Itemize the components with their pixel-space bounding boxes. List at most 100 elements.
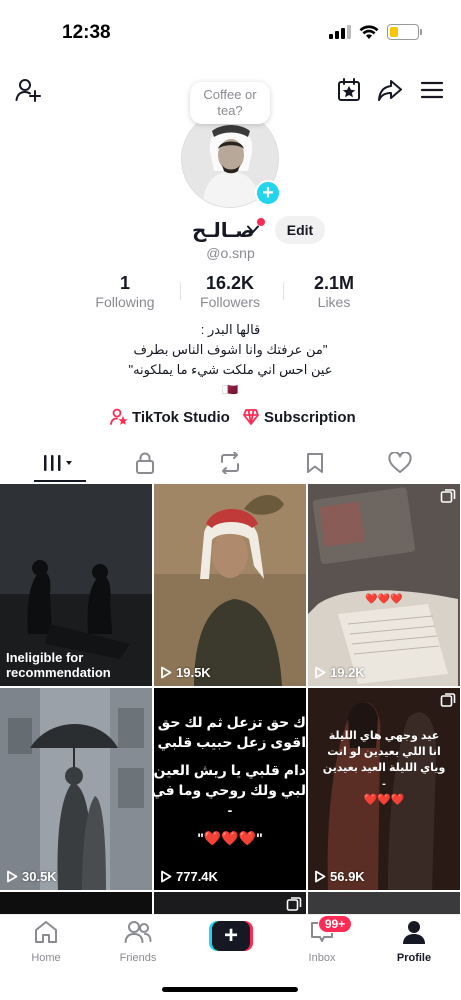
tab-favorites[interactable] xyxy=(285,444,345,482)
stat-followers[interactable]: 16.2K Followers xyxy=(180,272,280,310)
overlay-line: عيد وجهي هاي الليلة xyxy=(328,730,440,742)
stat-following[interactable]: 1 Following xyxy=(75,272,175,310)
view-count: 777.4K xyxy=(160,869,218,884)
multi-photo-icon xyxy=(286,897,302,911)
nav-profile[interactable]: Profile xyxy=(374,919,454,964)
video-overlay-text: ك حق تزعل ثم لك حق نرضيك اقوى زعل حبيب ق… xyxy=(154,712,306,848)
profile-stats: 1 Following 16.2K Followers 2.1M Likes xyxy=(0,272,461,312)
profile-avatar-container[interactable]: + xyxy=(181,110,281,208)
play-icon xyxy=(315,666,326,679)
multi-photo-icon xyxy=(440,489,456,503)
calendar-star-icon xyxy=(338,78,360,101)
edit-profile-button[interactable]: Edit xyxy=(275,216,325,244)
hamburger-menu-icon xyxy=(420,81,444,99)
bio-line: عين احس اني ملكت شيء ما يملكونه" xyxy=(128,362,333,377)
status-time: 12:38 xyxy=(62,22,111,43)
wifi-icon xyxy=(359,24,379,39)
view-count: 19.2K xyxy=(314,665,365,680)
share-profile-button[interactable] xyxy=(376,76,404,104)
nav-home-label: Home xyxy=(31,952,61,964)
overlay-line: وياي الليلة العيد بعيدين xyxy=(322,762,446,774)
nav-friends[interactable]: Friends xyxy=(98,919,178,964)
video-thumbnail[interactable] xyxy=(308,892,460,914)
video-thumbnail[interactable]: Ineligible for recommendation xyxy=(0,484,152,686)
add-avatar-plus-icon[interactable]: + xyxy=(255,180,281,206)
subscription-label: Subscription xyxy=(264,408,356,426)
content-tabs xyxy=(0,444,461,482)
nav-home[interactable]: Home xyxy=(6,919,86,964)
stat-likes[interactable]: 2.1M Likes xyxy=(284,272,384,310)
display-name: صـالـح xyxy=(192,220,255,242)
multi-photo-icon xyxy=(440,693,456,707)
creator-calendar-button[interactable] xyxy=(335,76,363,104)
battery-icon xyxy=(387,24,422,40)
home-icon xyxy=(35,921,57,943)
tab-private[interactable] xyxy=(115,444,175,482)
add-friend-button[interactable] xyxy=(14,76,42,104)
plus-icon: + xyxy=(212,921,250,951)
video-cover-image xyxy=(154,484,306,686)
video-thumbnail[interactable] xyxy=(0,892,152,914)
studio-person-icon xyxy=(110,408,128,425)
view-count: 19.5K xyxy=(160,665,211,680)
create-video-button[interactable]: + xyxy=(209,921,253,951)
overlay-line: دام قلبي يا ريش العين مغلبك xyxy=(154,762,306,778)
bio: قالها البدر : "من عرفتك وانا اشوف الناس … xyxy=(0,320,461,400)
overlay-line: ك حق تزعل ثم لك حق نرضيك xyxy=(154,714,306,730)
video-thumbnail[interactable] xyxy=(154,892,306,914)
video-thumbnail[interactable]: ك حق تزعل ثم لك حق نرضيك اقوى زعل حبيب ق… xyxy=(154,688,306,890)
subscription-icon xyxy=(243,409,259,425)
video-thumbnail[interactable]: عيد وجهي هاي الليلة انا اللي بعيدين لو ا… xyxy=(308,688,460,890)
bio-flag: 🇶🇦 xyxy=(222,382,239,397)
view-count-value: 19.2K xyxy=(330,665,365,680)
likes-label: Likes xyxy=(317,294,351,310)
view-count-value: 30.5K xyxy=(22,869,57,884)
nav-inbox-label: Inbox xyxy=(308,952,336,964)
menu-button[interactable] xyxy=(418,76,446,104)
friends-icon xyxy=(124,921,152,943)
view-count-value: 56.9K xyxy=(330,869,365,884)
bio-line: "من عرفتك وانا اشوف الناس بطرف xyxy=(133,342,328,357)
note-bubble[interactable]: Coffee or tea? xyxy=(190,82,270,124)
view-count-value: 777.4K xyxy=(176,869,218,884)
followers-count: 16.2K xyxy=(205,273,255,293)
overlay-line: "❤️❤️❤️" xyxy=(197,830,263,846)
video-grid: Ineligible for recommendation 19.5K ❤️❤️… xyxy=(0,484,461,914)
following-count: 1 xyxy=(119,273,130,293)
video-thumbnail[interactable]: 19.5K xyxy=(154,484,306,686)
view-count: 30.5K xyxy=(6,869,57,884)
note-text-line1: Coffee or xyxy=(203,87,257,102)
chevron-down-icon[interactable] xyxy=(247,225,259,234)
likes-count: 2.1M xyxy=(313,273,355,293)
overlay-line: ❤️❤️❤️ xyxy=(363,794,405,806)
ineligible-label-line1: Ineligible for xyxy=(6,650,84,665)
tab-videos[interactable] xyxy=(30,444,90,482)
following-label: Following xyxy=(95,294,155,310)
inbox-badge: 99+ xyxy=(318,915,352,933)
repost-icon xyxy=(221,452,239,474)
ineligible-label-line2: recommendation xyxy=(6,665,111,680)
bio-line: قالها البدر : xyxy=(200,322,261,337)
play-icon xyxy=(315,870,326,883)
view-count-value: 19.5K xyxy=(176,665,211,680)
videos-grid-icon xyxy=(44,455,72,471)
play-icon xyxy=(161,870,172,883)
followers-label: Followers xyxy=(200,294,260,310)
subscription-link[interactable]: Subscription xyxy=(242,408,356,426)
tab-liked[interactable] xyxy=(370,444,430,482)
username: @o.snp xyxy=(206,245,255,261)
share-arrow-icon xyxy=(378,80,402,101)
tiktok-studio-link[interactable]: TikTok Studio xyxy=(110,408,230,426)
overlay-line: اقوى زعل حبيب قلبي وعينه xyxy=(154,734,306,750)
video-thumbnail[interactable]: 30.5K xyxy=(0,688,152,890)
profile-links: TikTok Studio Subscription xyxy=(0,408,461,432)
add-user-icon xyxy=(15,79,41,102)
overlay-line: لبي ولك روحي وما في يدينه xyxy=(154,782,306,798)
overlay-line: - xyxy=(382,778,386,790)
lock-icon xyxy=(136,452,154,474)
note-text-line2: tea? xyxy=(217,103,243,118)
video-thumbnail[interactable]: ❤️❤️❤️ 19.2K xyxy=(308,484,460,686)
tab-reposts[interactable] xyxy=(200,444,260,482)
play-icon xyxy=(161,666,172,679)
home-indicator xyxy=(162,987,298,992)
